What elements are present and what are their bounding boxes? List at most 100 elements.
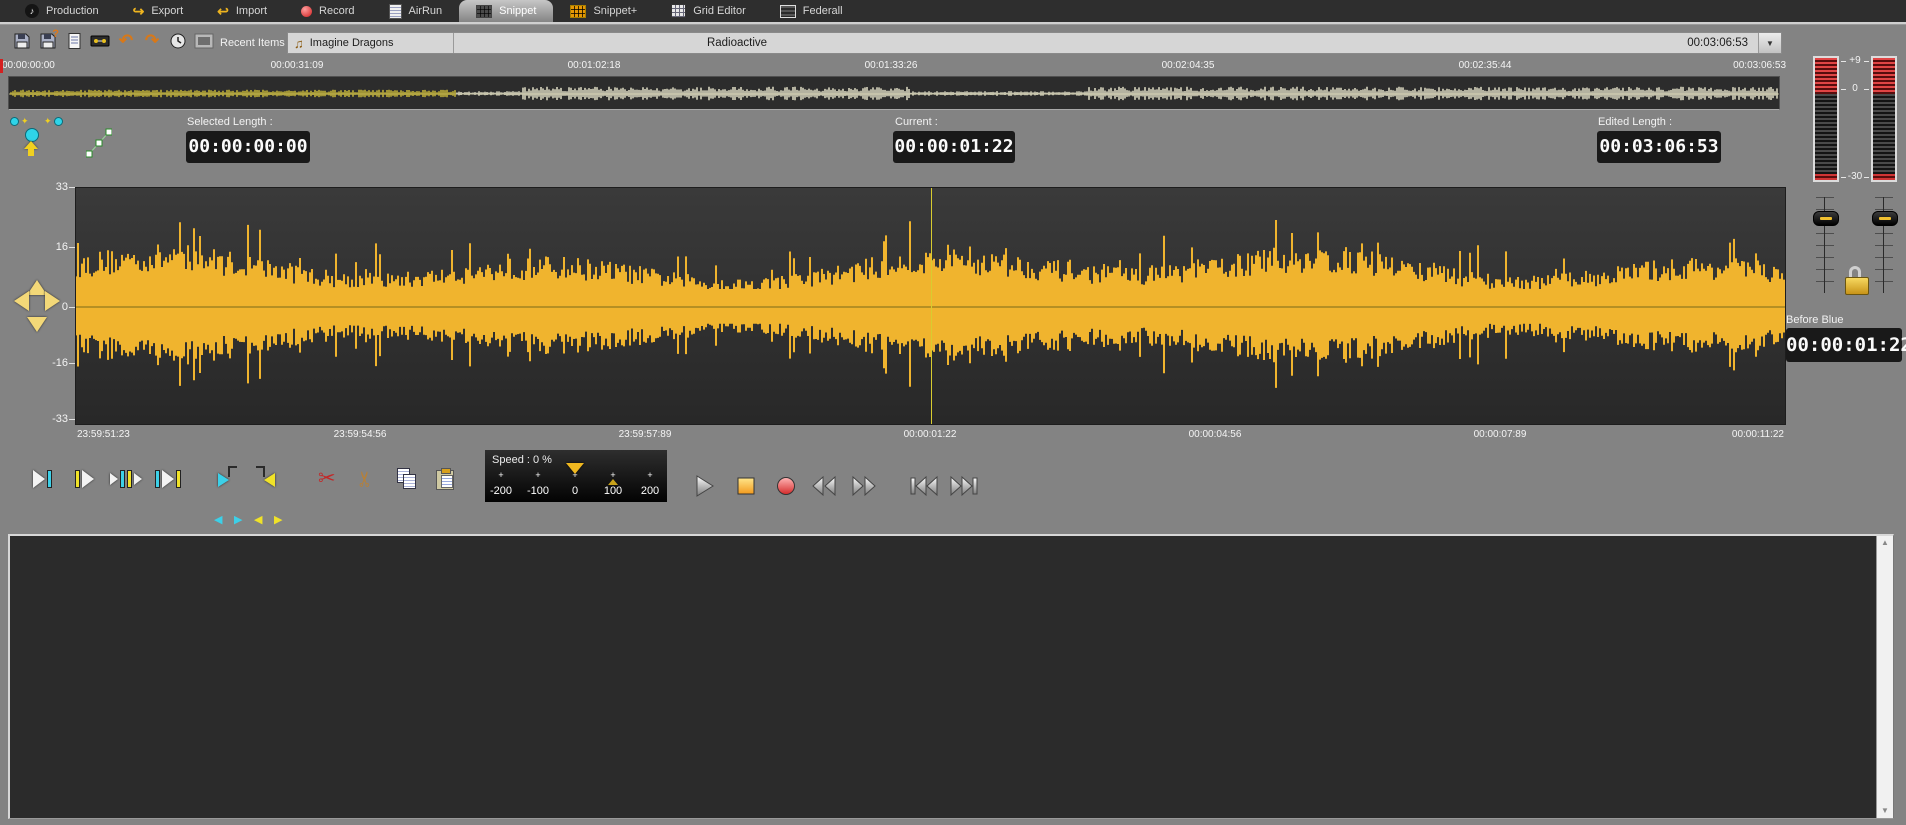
- meter-scale-tick: [1864, 177, 1869, 178]
- import-icon: ↩: [217, 4, 229, 18]
- production-icon: ♪: [25, 4, 39, 18]
- scroll-up-button[interactable]: ▲: [1877, 536, 1893, 550]
- nudge-start-right-button[interactable]: ▶: [234, 515, 242, 526]
- ruler-tick: 00:01:02:18: [568, 60, 621, 71]
- edited-length-display: 00:03:06:53: [1597, 131, 1721, 163]
- current-time-display: 00:00:01:22: [893, 131, 1015, 163]
- record-button[interactable]: [770, 472, 802, 500]
- recent-items-dropdown-button[interactable]: ▼: [1758, 33, 1781, 53]
- marker-head-icon: [25, 128, 39, 142]
- scroll-down-button[interactable]: ▼: [1877, 804, 1893, 818]
- copy-button[interactable]: [396, 468, 416, 490]
- tab-label: Federall: [803, 5, 843, 17]
- save-button[interactable]: [12, 31, 32, 51]
- y-axis-label: -16: [34, 357, 68, 369]
- stop-button[interactable]: [730, 472, 762, 500]
- rewind-button[interactable]: [808, 472, 840, 500]
- envelope-editor-button[interactable]: [86, 128, 112, 163]
- jump-to-position-button[interactable]: [22, 128, 40, 158]
- tab-import[interactable]: ↩ Import: [200, 0, 284, 22]
- waveform-editor[interactable]: [75, 187, 1786, 425]
- cyan-bar-icon: [155, 470, 160, 488]
- start-marker-icon: [218, 466, 238, 492]
- cartridge-button[interactable]: [90, 31, 110, 51]
- nudge-end-right-button[interactable]: ▶: [274, 515, 282, 526]
- before-blue-label: Before Blue: [1786, 314, 1843, 326]
- pan-right-button[interactable]: [45, 291, 60, 311]
- speed-scale-label: 0: [572, 485, 578, 497]
- timeline-ruler[interactable]: 00:00:00:00 00:00:31:09 00:01:02:18 00:0…: [0, 58, 1906, 74]
- speed-tick: +: [498, 470, 503, 480]
- skip-to-start-marker-button[interactable]: [33, 470, 52, 488]
- cut-button[interactable]: ✂: [318, 468, 336, 490]
- document-icon: [65, 32, 83, 50]
- tab-snippet-plus[interactable]: Snippet+: [553, 0, 654, 22]
- vertical-scrollbar[interactable]: ▲ ▼: [1876, 536, 1893, 818]
- marker-to-cursor-button[interactable]: ✦: [10, 117, 29, 126]
- history-button[interactable]: [168, 31, 188, 51]
- wave-time-tick: 00:00:07:89: [1474, 429, 1527, 440]
- speed-scale-label: 100: [604, 485, 622, 497]
- y-axis-tick: [69, 363, 75, 364]
- cartridge-icon: [90, 32, 110, 50]
- app-window: ♪ Production ↪ Export ↩ Import Record Ai…: [0, 0, 1906, 825]
- undo-button[interactable]: ↶: [116, 31, 136, 51]
- cyan-marker-icon: [54, 117, 63, 126]
- y-axis-tick: [69, 187, 75, 188]
- nudge-start-left-button[interactable]: ◀: [214, 515, 222, 526]
- pan-up-button[interactable]: [27, 280, 47, 295]
- skip-to-end-button[interactable]: [948, 472, 980, 500]
- track-bar: ♫ Imagine Dragons Radioactive 00:03:06:5…: [287, 32, 1782, 54]
- copy-icon: [396, 468, 416, 490]
- set-end-marker-button[interactable]: [255, 466, 275, 492]
- fader-link-lock-button[interactable]: [1845, 266, 1869, 296]
- ruler-tick: 00:02:35:44: [1459, 60, 1512, 71]
- tab-production[interactable]: ♪ Production: [8, 0, 116, 22]
- trim-button[interactable]: ✂: [357, 468, 375, 490]
- tab-airrun[interactable]: AirRun: [372, 0, 460, 22]
- overview-seek-bar[interactable]: [8, 76, 1780, 110]
- pan-control: [14, 280, 60, 332]
- tab-record[interactable]: Record: [284, 0, 371, 22]
- preview-cut-button[interactable]: [110, 470, 142, 488]
- save-as-button[interactable]: ?: [38, 31, 58, 51]
- monitor-toggle-button[interactable]: [194, 31, 214, 51]
- tab-grid-editor[interactable]: Grid Editor: [654, 0, 763, 22]
- tab-snippet[interactable]: Snippet: [459, 0, 553, 22]
- new-document-button[interactable]: [64, 31, 84, 51]
- fader-knob-left[interactable]: [1813, 211, 1839, 226]
- play-to-end-marker-button[interactable]: [155, 470, 181, 488]
- yellow-bar-icon: [127, 470, 132, 488]
- scissors-icon: ✂: [318, 468, 336, 490]
- wave-time-tick: 00:00:11:22: [1732, 429, 1784, 440]
- nudge-end-left-button[interactable]: ◀: [254, 515, 262, 526]
- fader-knob-right[interactable]: [1872, 211, 1898, 226]
- track-title-field[interactable]: Radioactive: [454, 33, 1020, 53]
- edited-length-label: Edited Length :: [1598, 116, 1672, 128]
- pan-down-button[interactable]: [27, 317, 47, 332]
- tab-federall[interactable]: Federall: [763, 0, 860, 22]
- redo-button[interactable]: ↷: [142, 31, 162, 51]
- wave-time-tick: 23:59:57:89: [619, 429, 672, 440]
- fast-forward-button[interactable]: [848, 472, 880, 500]
- artist-field[interactable]: ♫ Imagine Dragons: [288, 33, 454, 53]
- yellow-bar-icon: [176, 470, 181, 488]
- tab-export[interactable]: ↪ Export: [116, 0, 201, 22]
- play-from-marker-button[interactable]: [75, 470, 94, 488]
- skip-to-start-button[interactable]: [908, 472, 940, 500]
- up-arrow-stem: [28, 149, 34, 156]
- paste-button[interactable]: [436, 468, 455, 490]
- set-start-marker-button[interactable]: [218, 466, 238, 492]
- total-time-field: 00:03:06:53: [1020, 33, 1758, 53]
- wave-time-tick: 00:00:04:56: [1189, 429, 1242, 440]
- speed-slider-handle[interactable]: [566, 463, 584, 474]
- redo-icon: ↷: [145, 32, 159, 50]
- y-axis-label: 16: [34, 241, 68, 253]
- play-button[interactable]: [688, 472, 720, 500]
- cursor-to-marker-button[interactable]: ✦: [44, 117, 63, 126]
- pan-left-button[interactable]: [14, 291, 29, 311]
- playhead[interactable]: [931, 188, 932, 424]
- snippet-list-panel[interactable]: ▲ ▼: [8, 534, 1894, 819]
- paste-icon: [436, 468, 455, 490]
- speed-scale-label: -100: [527, 485, 549, 497]
